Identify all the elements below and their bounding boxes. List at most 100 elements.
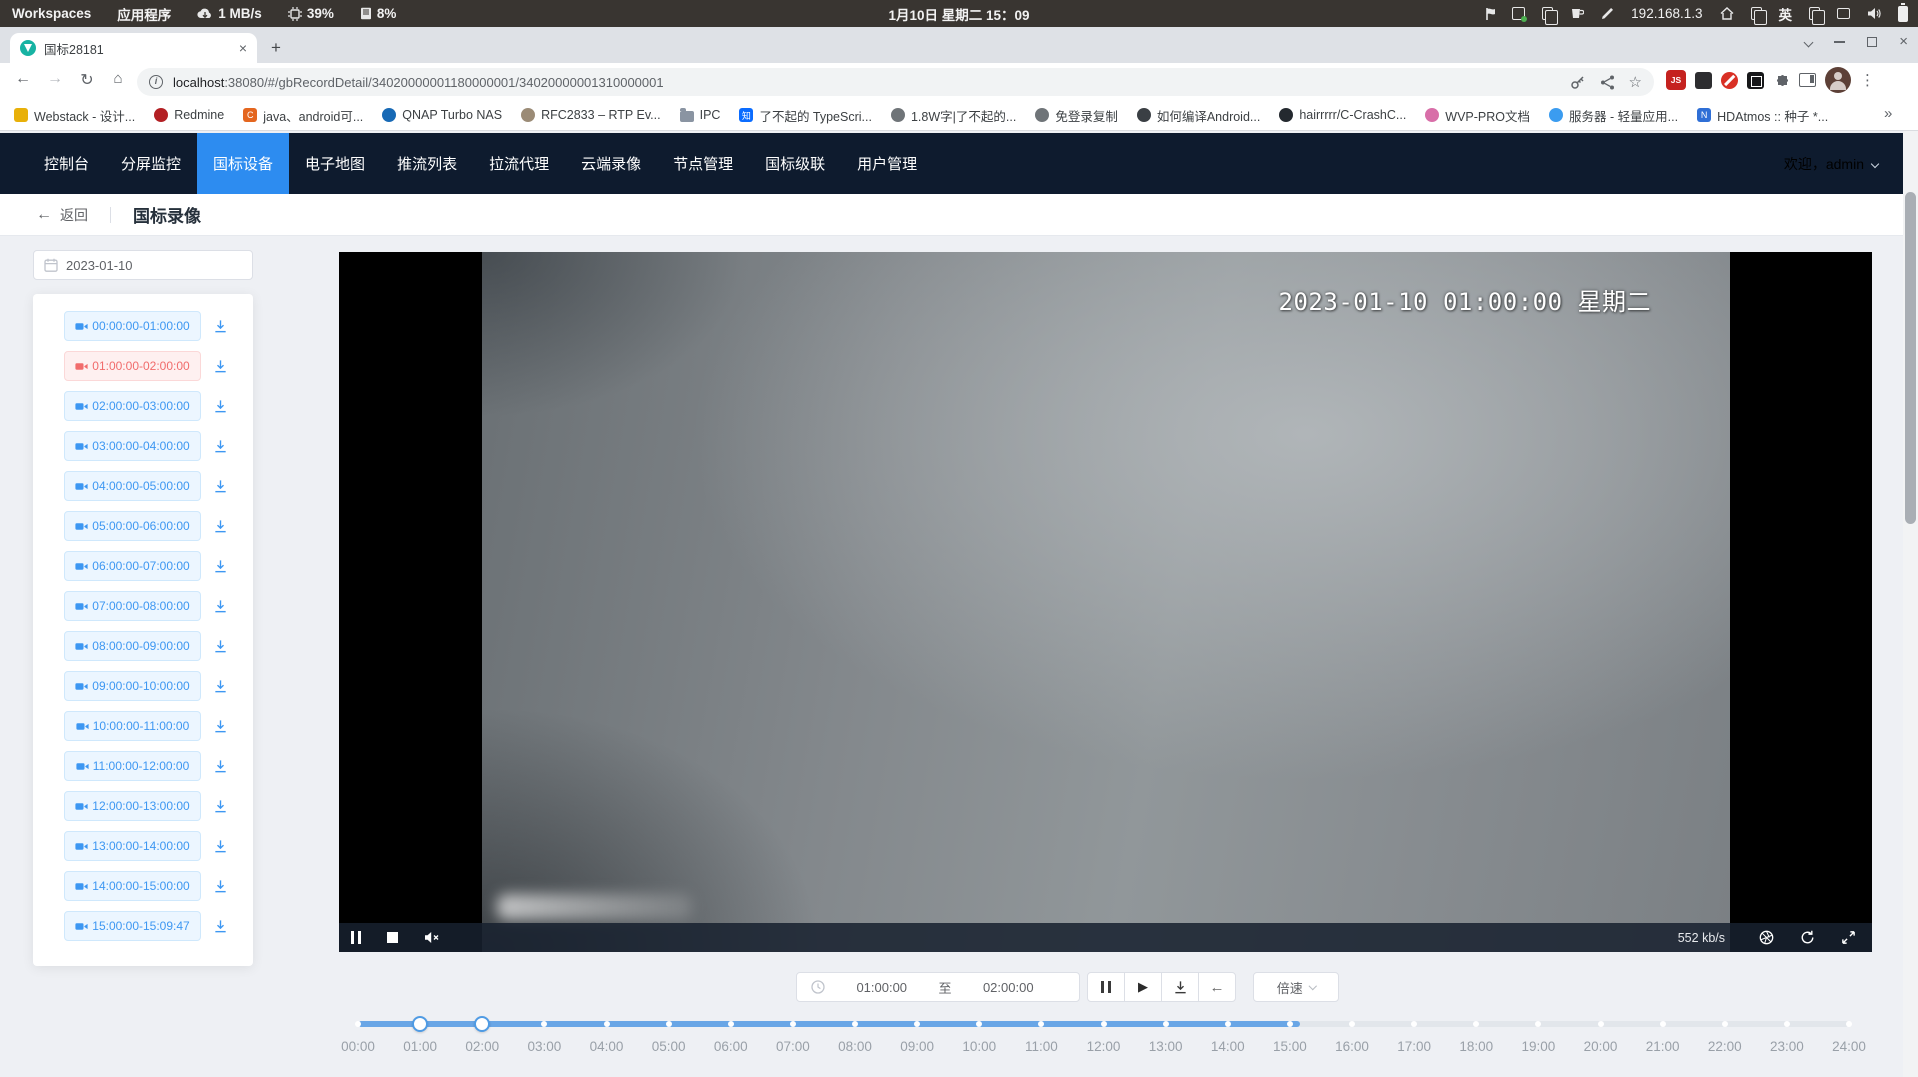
recording-range-button[interactable]: 10:00:00-11:00:00 (64, 711, 201, 741)
profile-avatar[interactable] (1825, 67, 1851, 93)
extensions-puzzle-icon[interactable] (1773, 72, 1790, 89)
recording-range-button[interactable]: 07:00:00-08:00:00 (64, 591, 201, 621)
bookmark-item[interactable]: 免登录复制 (1035, 106, 1118, 125)
bookmarks-overflow-chevron[interactable]: » (1884, 105, 1892, 122)
extension-ublock-icon[interactable] (1747, 72, 1764, 89)
extension-adblock-icon[interactable] (1721, 72, 1738, 89)
time-end-value[interactable]: 02:00:00 (952, 980, 1066, 995)
bookmark-item[interactable]: QNAP Turbo NAS (382, 108, 502, 122)
recording-range-button[interactable]: 15:00:00-15:09:47 (64, 911, 201, 941)
recording-range-button[interactable]: 04:00:00-05:00:00 (64, 471, 201, 501)
browser-reload-button[interactable]: ↻ (76, 70, 98, 90)
page-scrollbar[interactable] (1903, 131, 1918, 1077)
download-recording-button[interactable] (211, 557, 229, 575)
nav-item[interactable]: 电子地图 (289, 133, 381, 194)
bookmark-item[interactable]: 1.8W字|了不起的... (891, 106, 1016, 125)
download-recording-button[interactable] (211, 477, 229, 495)
tray-flag-icon[interactable] (1485, 7, 1495, 21)
window-restore-button[interactable] (1867, 37, 1877, 47)
recording-range-button[interactable]: 01:00:00-02:00:00 (64, 351, 201, 381)
tray-status-icon[interactable] (1512, 7, 1525, 20)
workspace-switcher-icon[interactable] (1751, 7, 1762, 20)
tray-window-icon[interactable] (1809, 7, 1820, 20)
tray-display-icon[interactable] (1837, 8, 1850, 19)
pause-button[interactable] (1087, 972, 1125, 1002)
download-recording-button[interactable] (211, 397, 229, 415)
player-refresh-icon[interactable] (1800, 930, 1815, 945)
nav-item[interactable]: 国标设备 (197, 133, 289, 194)
player-settings-aperture-icon[interactable] (1759, 930, 1774, 945)
tray-cup-icon[interactable] (1570, 7, 1584, 20)
back-button[interactable]: ← 返回 (36, 205, 88, 225)
speed-dropdown[interactable]: 倍速 (1253, 972, 1339, 1002)
browser-back-button[interactable]: ← (12, 70, 34, 88)
ip-address[interactable]: 192.168.1.3 (1631, 6, 1702, 21)
download-recording-button[interactable] (211, 797, 229, 815)
site-info-icon[interactable]: i (149, 75, 163, 89)
applications-menu[interactable]: 应用程序 (117, 4, 171, 24)
download-recording-button[interactable] (211, 677, 229, 695)
nav-item[interactable]: 节点管理 (657, 133, 749, 194)
tab-close-button[interactable]: × (239, 40, 247, 56)
recording-range-button[interactable]: 12:00:00-13:00:00 (64, 791, 201, 821)
download-recording-button[interactable] (211, 357, 229, 375)
volume-icon[interactable] (1867, 7, 1881, 20)
nav-item[interactable]: 分屏监控 (105, 133, 197, 194)
download-button[interactable] (1161, 972, 1199, 1002)
player-stop-button[interactable] (387, 932, 398, 943)
download-recording-button[interactable] (211, 597, 229, 615)
bookmark-item[interactable]: IPC (680, 108, 721, 122)
time-range-input[interactable]: 01:00:00 至 02:00:00 (796, 972, 1080, 1002)
bookmark-item[interactable]: C java、android可... (243, 106, 363, 125)
recording-range-button[interactable]: 03:00:00-04:00:00 (64, 431, 201, 461)
date-picker-input[interactable]: 2023-01-10 (33, 250, 253, 280)
recording-range-button[interactable]: 06:00:00-07:00:00 (64, 551, 201, 581)
extension-sidebar-icon[interactable] (1799, 73, 1816, 87)
skip-back-button[interactable]: ← (1198, 972, 1236, 1002)
bookmark-item[interactable]: Redmine (154, 108, 224, 122)
nav-item[interactable]: 拉流代理 (473, 133, 565, 194)
bookmark-item[interactable]: hairrrrr/C-CrashC... (1279, 108, 1406, 122)
timeline-slider[interactable]: 00:0001:0002:0003:0004:0005:0006:0007:00… (358, 1013, 1849, 1063)
player-pause-button[interactable] (351, 931, 361, 944)
timeline-handle-start[interactable] (412, 1016, 428, 1032)
recording-range-button[interactable]: 02:00:00-03:00:00 (64, 391, 201, 421)
bookmark-item[interactable]: 知 了不起的 TypeScri... (739, 106, 872, 125)
tray-pen-icon[interactable] (1601, 7, 1614, 20)
recording-range-button[interactable]: 08:00:00-09:00:00 (64, 631, 201, 661)
extension-dark-icon[interactable] (1695, 72, 1712, 89)
bookmark-item[interactable]: 服务器 - 轻量应用... (1549, 106, 1678, 125)
home-icon[interactable] (1720, 7, 1734, 20)
browser-home-button[interactable]: ⌂ (107, 70, 129, 87)
download-recording-button[interactable] (211, 837, 229, 855)
scrollbar-thumb[interactable] (1905, 192, 1916, 524)
bookmark-item[interactable]: N HDAtmos :: 种子 *... (1697, 106, 1828, 125)
workspaces-button[interactable]: Workspaces (12, 6, 91, 21)
player-mute-icon[interactable] (424, 931, 440, 944)
system-clock[interactable]: 1月10日 星期二 15：09 (888, 4, 1029, 24)
download-recording-button[interactable] (211, 517, 229, 535)
download-recording-button[interactable] (211, 917, 229, 935)
bookmark-star-icon[interactable]: ☆ (1629, 73, 1642, 91)
tray-clipboard-icon[interactable] (1542, 7, 1553, 20)
extension-js-icon[interactable]: JS (1666, 70, 1686, 90)
new-tab-button[interactable]: + (266, 38, 286, 58)
share-icon[interactable] (1600, 75, 1615, 90)
recording-range-button[interactable]: 14:00:00-15:00:00 (64, 871, 201, 901)
time-start-value[interactable]: 01:00:00 (825, 980, 939, 995)
play-button[interactable]: ▶ (1124, 972, 1162, 1002)
window-minimize-button[interactable] (1834, 41, 1845, 43)
recording-range-button[interactable]: 11:00:00-12:00:00 (64, 751, 201, 781)
recording-range-button[interactable]: 00:00:00-01:00:00 (64, 311, 201, 341)
password-key-icon[interactable] (1570, 74, 1586, 90)
window-close-button[interactable]: × (1899, 37, 1908, 47)
browser-forward-button[interactable]: → (44, 70, 66, 88)
download-recording-button[interactable] (211, 637, 229, 655)
download-recording-button[interactable] (211, 757, 229, 775)
browser-tab[interactable]: 国标28181 × (10, 33, 257, 63)
recording-range-button[interactable]: 13:00:00-14:00:00 (64, 831, 201, 861)
download-recording-button[interactable] (211, 877, 229, 895)
video-player[interactable]: 2023-01-10 01:00:00 星期二 552 kb/s (339, 252, 1872, 952)
browser-menu-button[interactable]: ⋮ (1860, 71, 1875, 89)
nav-item[interactable]: 推流列表 (381, 133, 473, 194)
